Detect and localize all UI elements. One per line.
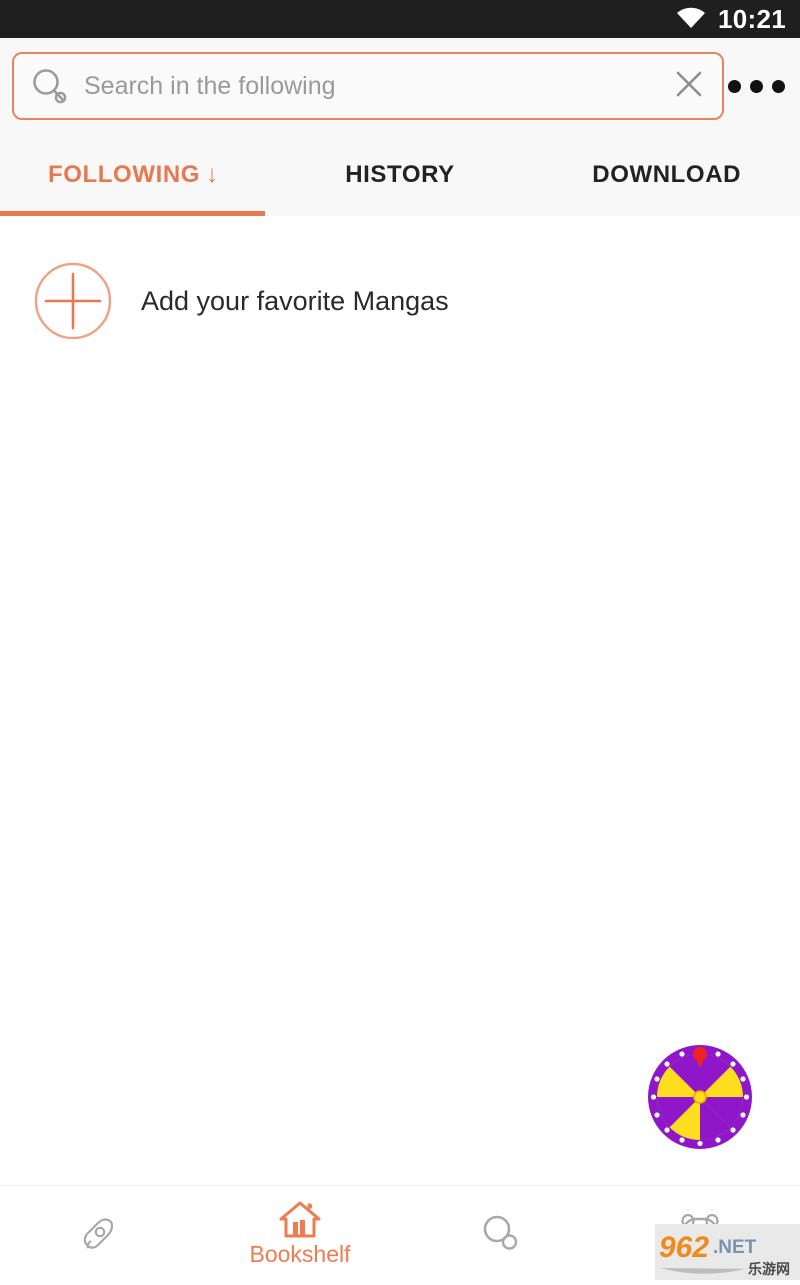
add-favorite-manga-button[interactable]: Add your favorite Mangas xyxy=(0,216,800,341)
more-options-dot xyxy=(749,79,763,93)
following-list-panel: Add your favorite Mangas xyxy=(0,216,800,1185)
more-options-button[interactable] xyxy=(724,52,788,120)
more-options-dot xyxy=(727,79,741,93)
plus-circle-icon xyxy=(33,261,113,341)
tab-history-label: HISTORY xyxy=(345,161,455,188)
search-icon xyxy=(30,67,68,105)
bottom-navigation-bar: Bookshelf 962 .NET 乐游网 xyxy=(0,1185,800,1280)
nav-item-bookshelf-label: Bookshelf xyxy=(249,1241,351,1268)
tab-bar: FOLLOWING ↓ HISTORY DOWNLOAD xyxy=(0,134,800,216)
status-bar-right: 10:21 xyxy=(676,6,786,32)
nav-item-bookshelf[interactable]: Bookshelf xyxy=(200,1186,400,1280)
search-placeholder: Search in the following xyxy=(84,71,336,100)
header: Search in the following FOLLOWING ↓ HIST… xyxy=(0,38,800,216)
tab-following[interactable]: FOLLOWING ↓ xyxy=(0,134,267,216)
clear-search-icon[interactable] xyxy=(670,65,708,108)
nav-item-discover[interactable] xyxy=(0,1186,200,1280)
tab-download-label: DOWNLOAD xyxy=(592,161,742,188)
tab-history[interactable]: HISTORY xyxy=(267,134,534,216)
panda-icon xyxy=(677,1212,723,1254)
add-favorite-manga-label: Add your favorite Mangas xyxy=(141,285,449,316)
search-icon xyxy=(478,1211,522,1255)
nav-item-search[interactable] xyxy=(400,1186,600,1280)
app-root: 10:21 Search in the following FOLLOWING … xyxy=(0,0,800,1280)
rocket-icon xyxy=(78,1211,122,1255)
tab-following-label: FOLLOWING xyxy=(48,161,201,188)
prize-wheel-button[interactable] xyxy=(646,1043,754,1151)
status-bar-clock: 10:21 xyxy=(718,4,786,34)
wifi-icon xyxy=(676,7,706,31)
nav-item-profile[interactable] xyxy=(600,1186,800,1280)
search-row: Search in the following xyxy=(0,38,800,134)
sort-arrow-down-icon: ↓ xyxy=(206,161,219,188)
search-input[interactable]: Search in the following xyxy=(12,52,724,120)
more-options-dot xyxy=(771,79,785,93)
home-icon xyxy=(277,1198,323,1240)
tab-download[interactable]: DOWNLOAD xyxy=(533,134,800,216)
status-bar: 10:21 xyxy=(0,0,800,38)
